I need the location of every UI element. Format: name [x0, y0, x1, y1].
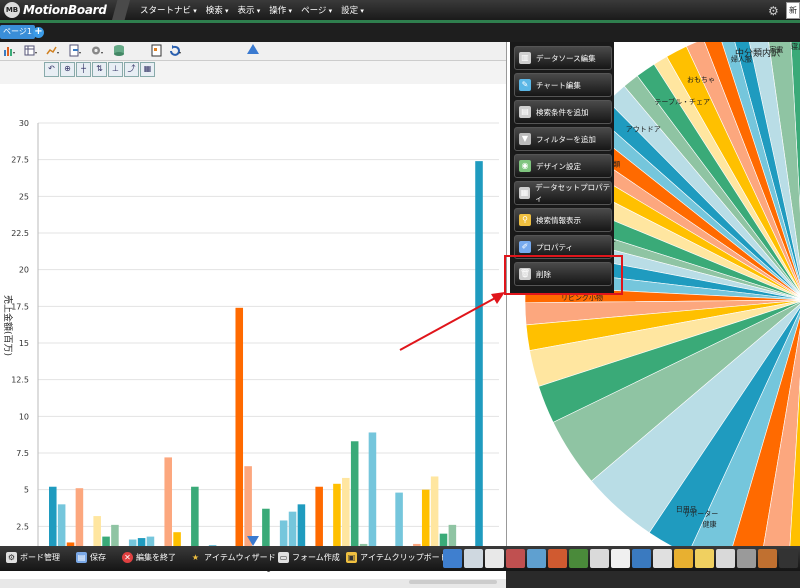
- dock-item-icon[interactable]: [695, 549, 714, 568]
- save-button[interactable]: ▤ 保存: [76, 552, 106, 563]
- board-manage-button[interactable]: ⚙ ボード管理: [6, 552, 60, 563]
- dock-item-icon[interactable]: [758, 549, 777, 568]
- item-clipboard-label: アイテムクリップボード: [360, 553, 448, 562]
- clipboard-icon: ▣: [346, 552, 357, 563]
- form-create-button[interactable]: ▭ フォーム作成: [278, 552, 340, 563]
- wizard-icon: ★: [191, 553, 200, 562]
- item-wizard-label: アイテムウィザード: [204, 553, 276, 562]
- dock-item-icon[interactable]: [611, 549, 630, 568]
- dock-item-icon[interactable]: [527, 549, 546, 568]
- dock-item-icon[interactable]: [779, 549, 798, 568]
- dock-item-icon[interactable]: [653, 549, 672, 568]
- item-clipboard-button[interactable]: ▣ アイテムクリップボード: [346, 552, 448, 563]
- scroll-thumb[interactable]: [409, 580, 497, 584]
- dock-item-icon[interactable]: [716, 549, 735, 568]
- dock-item-icon[interactable]: [485, 549, 504, 568]
- dock-item-icon[interactable]: [548, 549, 567, 568]
- save-icon: ▤: [76, 552, 87, 563]
- form-icon: ▭: [278, 552, 289, 563]
- dock-item-icon[interactable]: [443, 549, 462, 568]
- item-wizard-button[interactable]: ★ アイテムウィザード: [190, 552, 276, 563]
- dock-item-icon[interactable]: [674, 549, 693, 568]
- dock-item-icon[interactable]: [737, 549, 756, 568]
- board-manage-icon: ⚙: [6, 552, 17, 563]
- dock-item-icon[interactable]: [632, 549, 651, 568]
- dock-item-icon[interactable]: [590, 549, 609, 568]
- dock-item-icon[interactable]: [464, 549, 483, 568]
- annotation-arrow: [399, 292, 505, 351]
- dock-item-icon[interactable]: [569, 549, 588, 568]
- exit-edit-button[interactable]: ✕ 編集を終了: [122, 552, 176, 563]
- save-label: 保存: [90, 553, 106, 562]
- form-create-label: フォーム作成: [292, 553, 340, 562]
- exit-edit-icon: ✕: [122, 552, 133, 563]
- board-manage-label: ボード管理: [20, 553, 60, 562]
- item-dock: [443, 549, 800, 568]
- exit-edit-label: 編集を終了: [136, 553, 176, 562]
- dock-item-icon[interactable]: [506, 549, 525, 568]
